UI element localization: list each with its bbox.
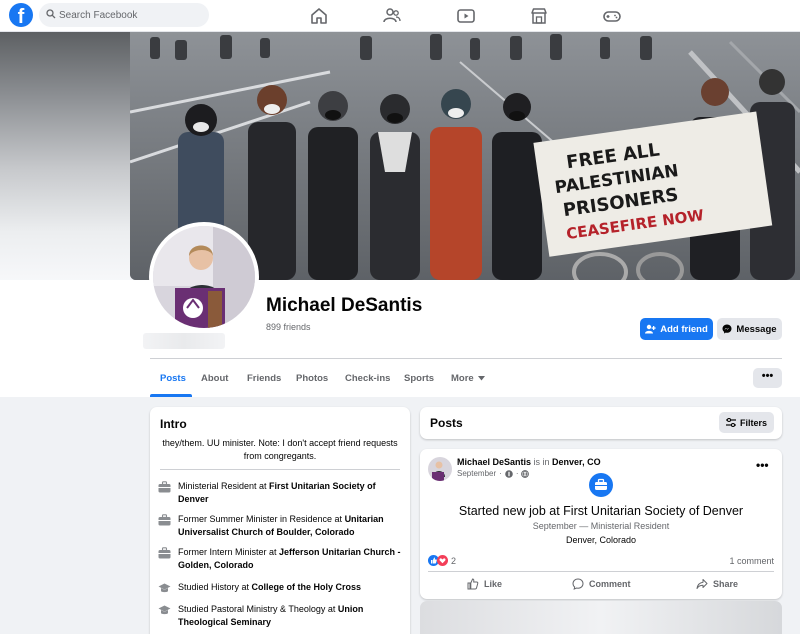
tab-check-ins[interactable]: Check-ins — [345, 373, 390, 384]
header-divider — [150, 358, 782, 359]
tab-sports[interactable]: Sports — [404, 373, 434, 384]
intro-item-education: Studied History at College of the Holy C… — [158, 581, 403, 598]
life-event-icon — [505, 469, 513, 478]
life-event-subtitle: September — Ministerial Resident — [532, 521, 670, 531]
post-place[interactable]: Denver, CO — [552, 457, 601, 467]
add-friend-icon — [645, 324, 656, 334]
intro-item-text: Studied History at College of the Holy C… — [178, 581, 361, 598]
tab-more[interactable]: More — [451, 373, 485, 384]
search-icon — [46, 9, 56, 19]
message-label: Message — [736, 323, 777, 335]
share-button[interactable]: Share — [696, 578, 738, 590]
message-button[interactable]: Message — [717, 318, 782, 340]
thumbs-up-icon — [467, 578, 479, 590]
top-navigation-bar: f — [0, 0, 800, 32]
intro-item-education: Studied Pastoral Ministry & Theology at … — [158, 603, 403, 628]
add-friend-label: Add friend — [660, 323, 708, 335]
comment-button[interactable]: Comment — [572, 578, 631, 590]
graduation-cap-icon — [158, 583, 171, 593]
intro-bio: they/them. UU minister. Note: I don't ac… — [162, 438, 398, 461]
gaming-icon[interactable] — [601, 5, 623, 27]
search-input[interactable] — [59, 5, 199, 25]
posts-title: Posts — [430, 416, 463, 430]
tab-friends[interactable]: Friends — [247, 373, 281, 384]
intro-item-text: Ministerial Resident at First Unitarian … — [178, 480, 403, 505]
tab-posts[interactable]: Posts — [160, 373, 186, 384]
intro-title: Intro — [160, 417, 187, 431]
intro-card: Intro they/them. UU minister. Note: I do… — [150, 407, 410, 634]
cover-left-fade — [0, 32, 130, 282]
search-box[interactable] — [39, 3, 209, 27]
tab-photos[interactable]: Photos — [296, 373, 328, 384]
intro-item-prefix: Former Summer Minister in Residence at — [178, 514, 345, 524]
intro-item-text: Former Intern Minister at Jefferson Unit… — [178, 546, 403, 571]
like-label: Like — [484, 579, 503, 589]
post-author-name[interactable]: Michael DeSantis — [457, 457, 531, 467]
love-reaction-icon — [437, 555, 448, 566]
briefcase-icon — [158, 547, 171, 559]
intro-item-text: Studied Pastoral Ministry & Theology at … — [178, 603, 403, 628]
share-label: Share — [713, 579, 739, 589]
briefcase-icon — [158, 514, 171, 526]
intro-item-prefix: Ministerial Resident at — [178, 481, 270, 491]
post-author-avatar[interactable] — [428, 457, 452, 481]
life-event-title: Started new job at First Unitarian Socie… — [458, 504, 744, 518]
comments-count[interactable]: 1 comment — [729, 556, 774, 566]
meta-separator: · — [499, 469, 502, 478]
tab-more-label: More — [451, 373, 474, 384]
intro-item-prefix: Studied Pastoral Ministry & Theology at — [178, 604, 338, 614]
intro-divider — [160, 469, 400, 470]
active-tab-indicator — [150, 394, 192, 397]
comment-icon — [572, 578, 584, 590]
profile-name: Michael DeSantis — [266, 295, 423, 316]
profile-more-options-button[interactable]: ••• — [753, 368, 782, 388]
share-icon — [696, 579, 708, 589]
post-meta: September · · — [457, 469, 530, 478]
intro-item-work: Former Summer Minister in Residence at U… — [158, 513, 403, 538]
caret-down-icon — [477, 376, 485, 381]
intro-item-prefix: Studied History at — [178, 582, 252, 592]
marketplace-icon[interactable] — [528, 5, 550, 27]
intro-item-prefix: Former Intern Minister at — [178, 547, 280, 557]
next-post-preview — [420, 601, 782, 634]
reactions-count: 2 — [451, 555, 457, 566]
mutual-friends-placeholder — [143, 333, 225, 349]
filters-button[interactable]: Filters — [719, 412, 774, 433]
avatar-photo — [153, 226, 255, 328]
intro-item-text: Former Summer Minister in Residence at U… — [178, 513, 403, 538]
comment-label: Comment — [589, 579, 631, 589]
posts-header-card: Posts Filters — [420, 407, 782, 439]
filters-icon — [725, 418, 736, 427]
intro-item-work: Former Intern Minister at Jefferson Unit… — [158, 546, 403, 571]
like-button[interactable]: Like — [467, 578, 502, 590]
messenger-icon — [722, 324, 732, 334]
post-is-in: is in — [531, 457, 553, 467]
globe-icon — [521, 469, 530, 478]
reactions-summary[interactable]: 2 — [428, 555, 456, 566]
post-date[interactable]: September — [457, 469, 496, 478]
filters-label: Filters — [739, 417, 767, 428]
friends-count[interactable]: 899 friends — [266, 322, 311, 332]
graduation-cap-icon — [158, 605, 171, 615]
intro-item-work: Ministerial Resident at First Unitarian … — [158, 480, 403, 505]
home-icon[interactable] — [308, 5, 330, 27]
profile-avatar[interactable] — [149, 222, 259, 332]
intro-item-link[interactable]: College of the Holy Cross — [252, 582, 362, 592]
post-actions-divider — [428, 571, 774, 572]
job-icon — [589, 473, 613, 497]
facebook-logo[interactable]: f — [9, 3, 33, 27]
life-event-post: Michael DeSantis is in Denver, CO Septem… — [420, 449, 782, 599]
video-icon[interactable] — [455, 5, 477, 27]
friends-icon[interactable] — [381, 5, 403, 27]
post-author-line: Michael DeSantis is in Denver, CO — [457, 457, 601, 467]
life-event-location: Denver, Colorado — [565, 535, 637, 545]
add-friend-button[interactable]: Add friend — [640, 318, 713, 340]
meta-separator: · — [515, 469, 519, 478]
post-options-button[interactable]: ••• — [756, 458, 769, 472]
tab-about[interactable]: About — [201, 373, 228, 384]
briefcase-icon — [158, 481, 171, 493]
